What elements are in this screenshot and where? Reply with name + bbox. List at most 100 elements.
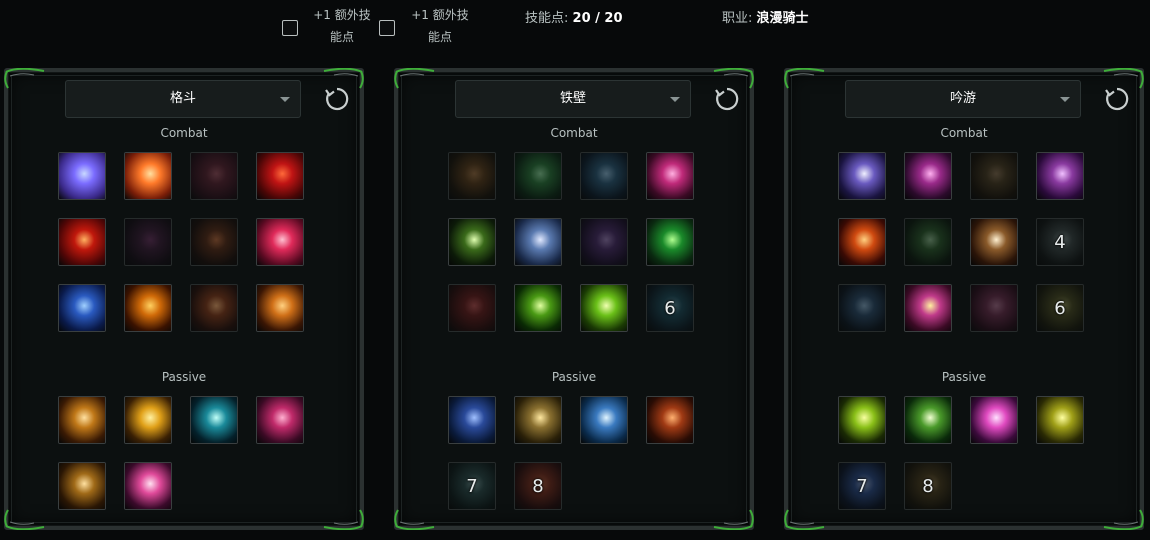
reset-icon[interactable]: [324, 86, 350, 112]
combat-skill[interactable]: [580, 284, 628, 332]
passive-skill[interactable]: [904, 396, 952, 444]
class-info: 职业: 浪漫骑士: [722, 7, 809, 26]
combat-skill[interactable]: [58, 152, 106, 200]
combat-skill[interactable]: [646, 218, 694, 266]
combat-skill[interactable]: [838, 152, 886, 200]
golden-trumpet-icon: [905, 285, 951, 331]
passive-skill[interactable]: [256, 396, 304, 444]
skill-rank-requirement: 7: [856, 475, 868, 497]
warrior-leap-icon: [257, 285, 303, 331]
skill-tree-panel-1: 格斗 Combat Passive: [4, 68, 364, 530]
demon-helm-icon: [647, 153, 693, 199]
combat-skill[interactable]: [256, 218, 304, 266]
shadow-grab-icon: [581, 153, 627, 199]
combat-skill[interactable]: 4: [1036, 218, 1084, 266]
passive-skill[interactable]: [838, 396, 886, 444]
corner-ornament: [322, 508, 364, 530]
green-melody-icon: [905, 219, 951, 265]
passive-skill[interactable]: [190, 396, 238, 444]
corner-ornament: [784, 508, 826, 530]
skill-points-value: 20 / 20: [572, 11, 623, 26]
thrown-dagger-icon: [125, 153, 171, 199]
class-value: 浪漫骑士: [756, 11, 809, 26]
light-shield-icon: [581, 397, 627, 443]
passive-skill[interactable]: [124, 396, 172, 444]
combat-skill[interactable]: [904, 152, 952, 200]
passive-skill[interactable]: [1036, 396, 1084, 444]
combat-skill[interactable]: [1036, 152, 1084, 200]
combat-skill[interactable]: [580, 218, 628, 266]
tree-select[interactable]: 吟游: [845, 80, 1081, 118]
combat-section-label: Combat: [940, 126, 988, 140]
combat-skill[interactable]: [904, 218, 952, 266]
combat-skill[interactable]: [970, 152, 1018, 200]
passive-skill[interactable]: 7: [448, 462, 496, 510]
heart-burst-icon: [257, 219, 303, 265]
chevron-down-icon: [670, 97, 680, 102]
reset-icon[interactable]: [714, 86, 740, 112]
combat-skill[interactable]: [256, 284, 304, 332]
passive-skill[interactable]: 7: [838, 462, 886, 510]
combat-skill[interactable]: [514, 152, 562, 200]
combat-skill[interactable]: [124, 152, 172, 200]
passive-skill[interactable]: [58, 396, 106, 444]
chevron-down-icon: [1060, 97, 1070, 102]
combat-skill[interactable]: [124, 218, 172, 266]
tree-select[interactable]: 格斗: [65, 80, 301, 118]
combat-skill[interactable]: [190, 218, 238, 266]
combat-skill[interactable]: [190, 284, 238, 332]
passive-skill[interactable]: [58, 462, 106, 510]
spear-thrust-icon: [191, 219, 237, 265]
combat-section-label: Combat: [550, 126, 598, 140]
skill-rank-requirement: 8: [532, 475, 544, 497]
reset-icon[interactable]: [1104, 86, 1130, 112]
combat-skill[interactable]: [448, 218, 496, 266]
combat-skill[interactable]: [190, 152, 238, 200]
passive-skill[interactable]: 8: [904, 462, 952, 510]
corner-ornament: [4, 68, 46, 90]
combat-skill[interactable]: [448, 152, 496, 200]
tree-select[interactable]: 铁壁: [455, 80, 691, 118]
cube-guard-icon: [581, 285, 627, 331]
round-shield-icon: [515, 219, 561, 265]
passive-section-label: Passive: [551, 370, 597, 384]
combat-skill[interactable]: [124, 284, 172, 332]
passive-skill[interactable]: [970, 396, 1018, 444]
combat-skill[interactable]: [646, 152, 694, 200]
combat-skill[interactable]: [580, 152, 628, 200]
combat-skill[interactable]: 6: [646, 284, 694, 332]
extra-point-label-2: +1 额外技 能点: [411, 8, 469, 44]
screaming-face-icon: [1037, 153, 1083, 199]
passive-skill[interactable]: [514, 396, 562, 444]
combat-skill[interactable]: [514, 218, 562, 266]
combat-skill[interactable]: 6: [1036, 284, 1084, 332]
piercing-star-icon: [191, 397, 237, 443]
skill-rank-requirement: 4: [1054, 231, 1066, 253]
twin-axes-icon: [59, 463, 105, 509]
combat-skill[interactable]: [514, 284, 562, 332]
hourglass-icon: [905, 397, 951, 443]
combat-skill[interactable]: [448, 284, 496, 332]
skill-tree-panel-3: 吟游 Combat Passive 4 6 7 8: [784, 68, 1144, 530]
combat-skill[interactable]: [970, 218, 1018, 266]
combat-skill[interactable]: [256, 152, 304, 200]
ground-fist-icon: [515, 153, 561, 199]
passive-skill[interactable]: [448, 396, 496, 444]
blade-burst-icon: [59, 219, 105, 265]
combat-skill[interactable]: [904, 284, 952, 332]
passive-skill[interactable]: [646, 396, 694, 444]
combat-skill[interactable]: [970, 284, 1018, 332]
top-bar: +1 额外技 能点 +1 额外技 能点 技能点: 20 / 20 职业: 浪漫骑…: [0, 0, 1150, 60]
extra-point-checkbox-2[interactable]: [379, 20, 395, 36]
passive-skill[interactable]: [124, 462, 172, 510]
passive-skill[interactable]: [580, 396, 628, 444]
combat-skill[interactable]: [58, 284, 106, 332]
combat-skill[interactable]: [838, 218, 886, 266]
combat-skill[interactable]: [58, 218, 106, 266]
extra-point-checkbox-1[interactable]: [282, 20, 298, 36]
corner-ornament: [394, 508, 436, 530]
crossed-swords-icon: [971, 285, 1017, 331]
combat-skill[interactable]: [838, 284, 886, 332]
passive-skill[interactable]: 8: [514, 462, 562, 510]
lyre-icon: [839, 285, 885, 331]
